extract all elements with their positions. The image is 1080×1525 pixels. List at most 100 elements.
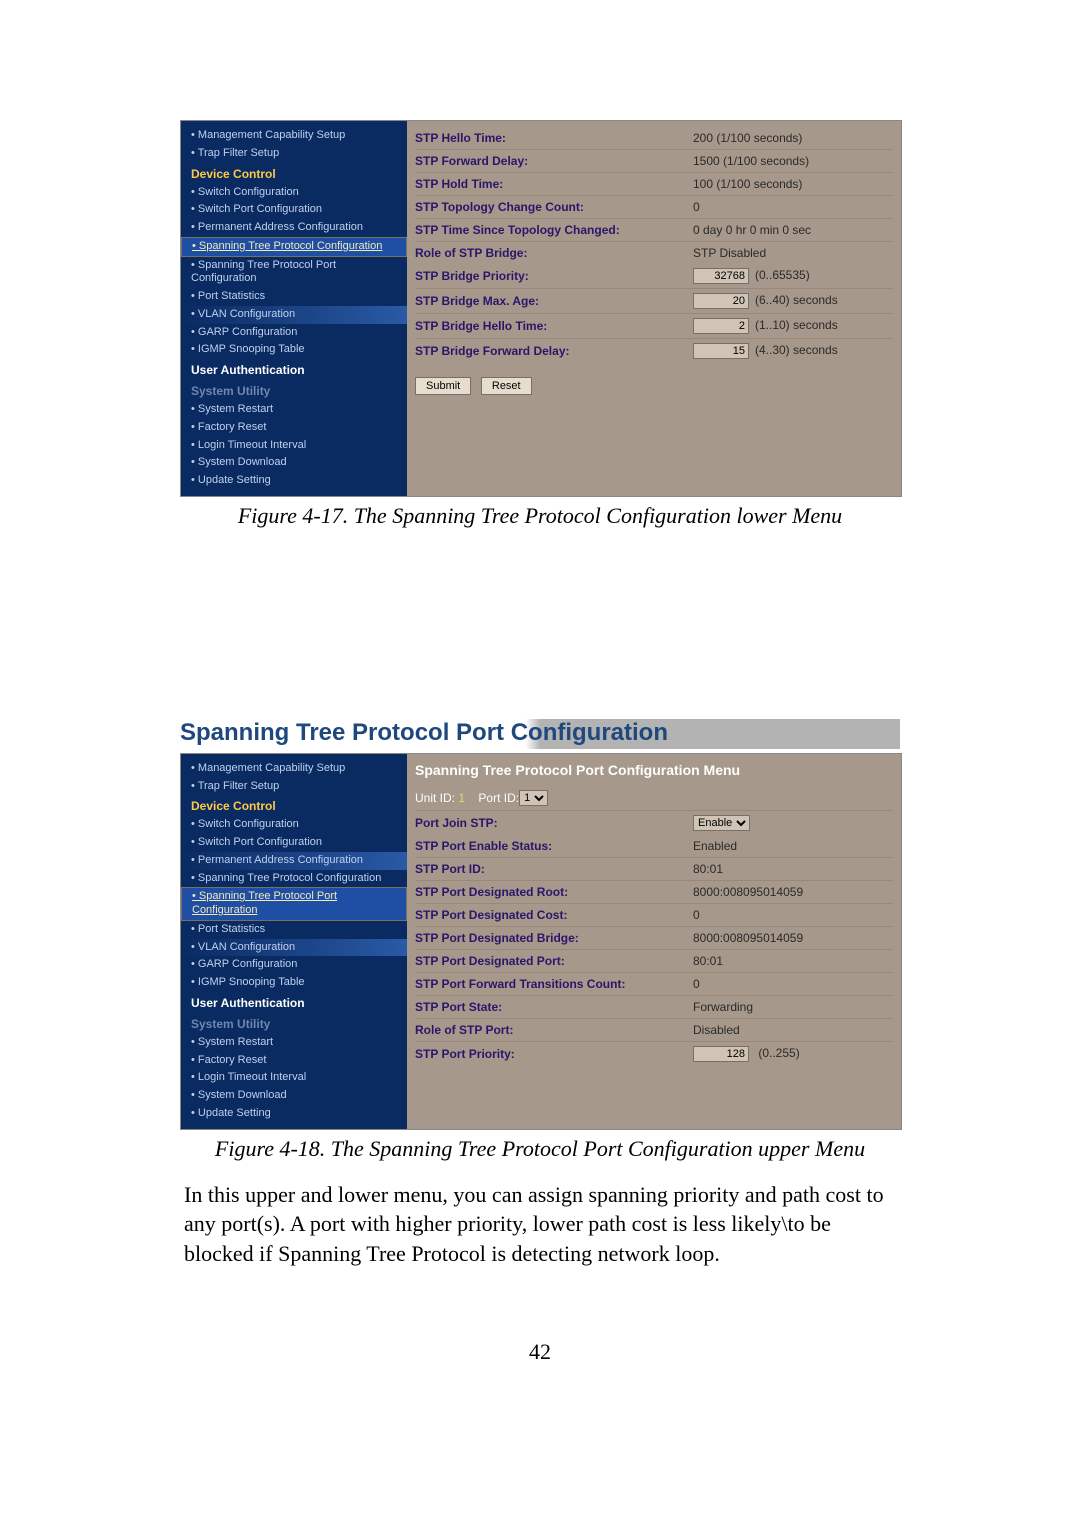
port-id-label: Port ID: bbox=[478, 791, 519, 805]
port-id-select[interactable]: 1 bbox=[519, 790, 548, 806]
submit-button[interactable]: Submit bbox=[415, 377, 471, 395]
sidebar-item[interactable]: • Spanning Tree Protocol Configuration bbox=[181, 237, 407, 257]
field-value: 1500 (1/100 seconds) bbox=[693, 154, 893, 168]
field-label: STP Hello Time: bbox=[415, 131, 693, 145]
sidebar-item[interactable]: • Update Setting bbox=[181, 1105, 407, 1123]
sidebar-item[interactable]: • GARP Configuration bbox=[181, 324, 407, 342]
field-hint: (6..40) seconds bbox=[755, 293, 838, 307]
nav-sidebar: • Management Capability Setup• Trap Filt… bbox=[181, 121, 407, 496]
sidebar-item[interactable]: • Factory Reset bbox=[181, 419, 407, 437]
field-label: Role of STP Bridge: bbox=[415, 246, 693, 260]
field-label: STP Bridge Priority: bbox=[415, 269, 693, 283]
field-label: STP Port Designated Bridge: bbox=[415, 931, 693, 945]
sidebar-item: User Authentication bbox=[181, 359, 407, 380]
field-value: Enabled bbox=[693, 839, 893, 853]
sidebar-item[interactable]: • Port Statistics bbox=[181, 921, 407, 939]
field-label: STP Port State: bbox=[415, 1000, 693, 1014]
field-input[interactable] bbox=[693, 318, 749, 334]
field-value: 200 (1/100 seconds) bbox=[693, 131, 893, 145]
main-panel-stp-port: Spanning Tree Protocol Port Configuratio… bbox=[407, 754, 901, 1129]
figure-caption-4-17: Figure 4-17. The Spanning Tree Protocol … bbox=[180, 503, 900, 529]
field-value: 0 day 0 hr 0 min 0 sec bbox=[693, 223, 893, 237]
sidebar-item[interactable]: • Switch Port Configuration bbox=[181, 834, 407, 852]
field-value: Forwarding bbox=[693, 1000, 893, 1014]
sidebar-item: User Authentication bbox=[181, 992, 407, 1013]
sidebar-item[interactable]: • GARP Configuration bbox=[181, 956, 407, 974]
sidebar-item[interactable]: • System Download bbox=[181, 1087, 407, 1105]
sidebar-item[interactable]: • System Restart bbox=[181, 401, 407, 419]
sidebar-item[interactable]: • Login Timeout Interval bbox=[181, 1069, 407, 1087]
page-number: 42 bbox=[180, 1339, 900, 1365]
field-value: 80:01 bbox=[693, 954, 893, 968]
field-value: STP Disabled bbox=[693, 246, 893, 260]
main-panel-stp: STP Hello Time:200 (1/100 seconds)STP Fo… bbox=[407, 121, 901, 496]
sidebar-item: System Utility bbox=[181, 380, 407, 401]
sidebar-item[interactable]: • Switch Configuration bbox=[181, 816, 407, 834]
sidebar-item[interactable]: • System Download bbox=[181, 454, 407, 472]
sidebar-item[interactable]: • System Restart bbox=[181, 1034, 407, 1052]
sidebar-item[interactable]: • IGMP Snooping Table bbox=[181, 341, 407, 359]
screenshot-stp-port-config: • Management Capability Setup• Trap Filt… bbox=[180, 753, 902, 1130]
field-label: STP Hold Time: bbox=[415, 177, 693, 191]
sidebar-item: Device Control bbox=[181, 795, 407, 816]
sidebar-item[interactable]: • Spanning Tree Protocol Port Configurat… bbox=[181, 887, 407, 921]
stp-port-priority-label: STP Port Priority: bbox=[415, 1047, 693, 1061]
sidebar-item[interactable]: • Permanent Address Configuration bbox=[181, 852, 407, 870]
stp-port-priority-hint: (0..255) bbox=[758, 1046, 799, 1060]
section-heading: Spanning Tree Protocol Port Configuratio… bbox=[180, 719, 900, 749]
field-value: 8000:008095014059 bbox=[693, 931, 893, 945]
field-label: STP Port ID: bbox=[415, 862, 693, 876]
sidebar-item[interactable]: • Factory Reset bbox=[181, 1052, 407, 1070]
sidebar-item[interactable]: • VLAN Configuration bbox=[181, 939, 407, 957]
reset-button[interactable]: Reset bbox=[481, 377, 532, 395]
field-value: 100 (1/100 seconds) bbox=[693, 177, 893, 191]
field-value: 0 bbox=[693, 200, 893, 214]
sidebar-item[interactable]: • Switch Port Configuration bbox=[181, 201, 407, 219]
body-paragraph: In this upper and lower menu, you can as… bbox=[184, 1180, 896, 1269]
sidebar-item[interactable]: • Management Capability Setup bbox=[181, 760, 407, 778]
field-label: STP Bridge Max. Age: bbox=[415, 294, 693, 308]
field-hint: (4..30) seconds bbox=[755, 343, 838, 357]
field-label: STP Port Designated Cost: bbox=[415, 908, 693, 922]
unit-id-label: Unit ID: bbox=[415, 791, 455, 805]
sidebar-item[interactable]: • IGMP Snooping Table bbox=[181, 974, 407, 992]
sidebar-item[interactable]: • Spanning Tree Protocol Configuration bbox=[181, 870, 407, 888]
sidebar-item[interactable]: • Switch Configuration bbox=[181, 184, 407, 202]
field-label: STP Port Enable Status: bbox=[415, 839, 693, 853]
field-label: STP Topology Change Count: bbox=[415, 200, 693, 214]
sidebar-item[interactable]: • Permanent Address Configuration bbox=[181, 219, 407, 237]
field-input[interactable] bbox=[693, 293, 749, 309]
field-label: STP Port Designated Root: bbox=[415, 885, 693, 899]
port-join-stp-select[interactable]: Enable bbox=[693, 815, 750, 831]
field-value: 80:01 bbox=[693, 862, 893, 876]
sidebar-item[interactable]: • Management Capability Setup bbox=[181, 127, 407, 145]
field-hint: (1..10) seconds bbox=[755, 318, 838, 332]
field-label: STP Bridge Hello Time: bbox=[415, 319, 693, 333]
figure-caption-4-18: Figure 4-18. The Spanning Tree Protocol … bbox=[180, 1136, 900, 1162]
panel-title: Spanning Tree Protocol Port Configuratio… bbox=[415, 762, 893, 778]
field-value: 0 bbox=[693, 908, 893, 922]
sidebar-item[interactable]: • Spanning Tree Protocol Port Configurat… bbox=[181, 257, 407, 289]
nav-sidebar: • Management Capability Setup• Trap Filt… bbox=[181, 754, 407, 1129]
field-label: STP Forward Delay: bbox=[415, 154, 693, 168]
sidebar-item[interactable]: • Trap Filter Setup bbox=[181, 778, 407, 796]
sidebar-item[interactable]: • VLAN Configuration bbox=[181, 306, 407, 324]
sidebar-item: Device Control bbox=[181, 163, 407, 184]
unit-id-value: 1 bbox=[458, 791, 465, 805]
field-value: Disabled bbox=[693, 1023, 893, 1037]
sidebar-item[interactable]: • Update Setting bbox=[181, 472, 407, 490]
sidebar-item[interactable]: • Port Statistics bbox=[181, 288, 407, 306]
field-input[interactable] bbox=[693, 268, 749, 284]
stp-port-priority-input[interactable] bbox=[693, 1046, 749, 1062]
field-label: STP Bridge Forward Delay: bbox=[415, 344, 693, 358]
port-join-stp-label: Port Join STP: bbox=[415, 816, 693, 830]
field-input[interactable] bbox=[693, 343, 749, 359]
sidebar-item: System Utility bbox=[181, 1013, 407, 1034]
sidebar-item[interactable]: • Trap Filter Setup bbox=[181, 145, 407, 163]
field-value: 8000:008095014059 bbox=[693, 885, 893, 899]
field-value: 0 bbox=[693, 977, 893, 991]
screenshot-stp-config-lower: • Management Capability Setup• Trap Filt… bbox=[180, 120, 902, 497]
sidebar-item[interactable]: • Login Timeout Interval bbox=[181, 437, 407, 455]
field-label: STP Port Designated Port: bbox=[415, 954, 693, 968]
field-label: STP Port Forward Transitions Count: bbox=[415, 977, 693, 991]
